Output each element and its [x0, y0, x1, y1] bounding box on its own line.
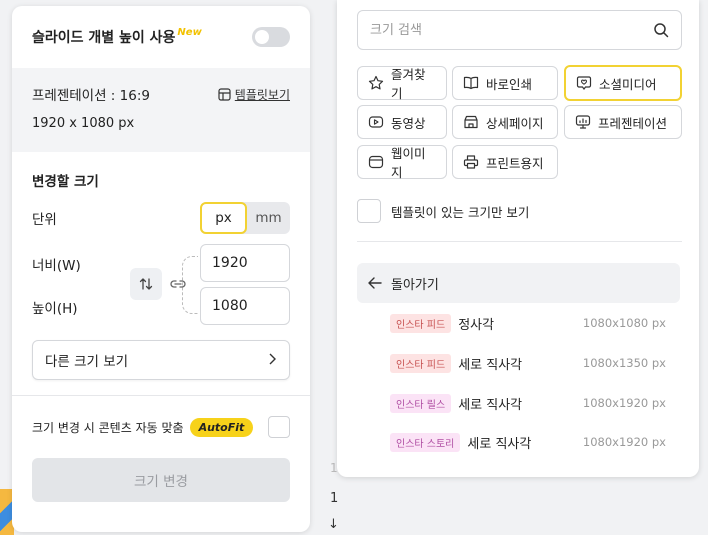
preset-tag: 인스타 스토리 — [390, 432, 461, 452]
template-only-filter: 템플릿이 있는 크기만 보기 — [357, 199, 529, 223]
unit-mm-button[interactable]: mm — [247, 202, 290, 234]
category-presentation[interactable]: 프레젠테이션 — [564, 105, 682, 139]
category-label: 프레젠테이션 — [598, 115, 668, 131]
preset-name: 세로 직사각 — [458, 397, 523, 413]
swap-dimensions-button[interactable] — [130, 268, 162, 300]
search-icon[interactable] — [653, 22, 669, 38]
preset-item[interactable]: 인스타 피드 정사각 1080x1080 px — [390, 313, 666, 333]
preset-item[interactable]: 인스타 릴스 세로 직사각 1080x1920 px — [390, 393, 666, 413]
autofit-checkbox[interactable] — [268, 416, 290, 438]
template-link-label: 템플릿보기 — [234, 87, 290, 102]
category-label: 즐겨찾기 — [391, 67, 426, 101]
presentation-icon — [575, 115, 591, 129]
book-icon — [463, 76, 479, 90]
unit-label: 단위 — [32, 212, 57, 228]
template-only-label: 템플릿이 있는 크기만 보기 — [391, 204, 530, 220]
width-input[interactable]: 1920 — [200, 244, 290, 282]
preset-size: 1080x1080 px — [582, 316, 666, 330]
back-label: 돌아가기 — [391, 277, 439, 293]
swap-icon — [139, 278, 153, 290]
category-social-media[interactable]: 소셜미디어 — [564, 65, 682, 101]
preset-item[interactable]: 인스타 스토리 세로 직사각 1080x1920 px — [390, 432, 666, 452]
preset-name: 정사각 — [458, 317, 495, 333]
category-label: 소셜미디어 — [599, 76, 657, 92]
arrow-down-icon[interactable]: ↓ — [328, 517, 339, 532]
shop-icon — [464, 115, 478, 129]
section-title: 변경할 크기 — [32, 174, 99, 190]
category-label: 웹이미지 — [391, 146, 426, 180]
template-only-checkbox[interactable] — [357, 199, 381, 223]
change-size-section: 변경할 크기 단위 px mm 너비(W) 높이(H) 1920 1080 — [12, 152, 310, 332]
page-number-current[interactable]: 1 — [330, 491, 338, 506]
back-button[interactable]: 돌아가기 — [357, 263, 680, 303]
link-icon[interactable] — [170, 278, 186, 290]
autofit-label: 크기 변경 시 콘텐츠 자동 맞춤 — [32, 420, 184, 435]
unit-px-button[interactable]: px — [200, 202, 247, 234]
category-direct-print[interactable]: 바로인쇄 — [452, 66, 558, 100]
preset-size: 1080x1920 px — [582, 396, 666, 410]
template-view-link[interactable]: 템플릿보기 — [218, 86, 290, 103]
preset-tag: 인스타 릴스 — [390, 393, 452, 413]
preset-name: 세로 직사각 — [458, 357, 523, 373]
category-label: 프린트용지 — [486, 155, 544, 171]
other-size-label: 다른 크기 보기 — [45, 354, 129, 370]
category-detail-page[interactable]: 상세페이지 — [452, 105, 558, 139]
individual-height-title: 슬라이드 개별 높이 사용 New — [32, 27, 202, 47]
category-print-paper[interactable]: 프린트용지 — [452, 145, 558, 179]
unit-selector: px mm — [200, 202, 290, 234]
preset-tag: 인스타 피드 — [390, 353, 452, 373]
autofit-badge: AutoFit — [189, 417, 254, 437]
height-label: 높이(H) — [32, 301, 78, 317]
dimension-inputs: 너비(W) 높이(H) 1920 1080 — [32, 244, 290, 332]
current-size-info: 프레젠테이션 : 16:9 템플릿보기 1920 x 1080 px — [12, 68, 310, 152]
size-search-box — [357, 10, 682, 50]
autofit-row: 크기 변경 시 콘텐츠 자동 맞춤 AutoFit — [12, 396, 310, 458]
size-preset-panel: 즐겨찾기 바로인쇄 소셜미디어 동영상 상세페이지 프레젠테이션 웹이미지 프린… — [337, 0, 699, 477]
preset-item[interactable]: 인스타 피드 세로 직사각 1080x1350 px — [390, 353, 666, 373]
preset-name: 세로 직사각 — [467, 436, 532, 452]
printer-icon — [463, 155, 479, 169]
preset-size: 1080x1920 px — [582, 435, 666, 449]
individual-height-toggle[interactable] — [252, 27, 290, 47]
social-icon — [576, 76, 592, 90]
category-label: 상세페이지 — [486, 115, 544, 131]
other-size-button[interactable]: 다른 크기 보기 — [32, 340, 290, 380]
category-favorites[interactable]: 즐겨찾기 — [357, 66, 447, 101]
chevron-right-icon — [267, 351, 277, 370]
arrow-left-icon — [368, 277, 382, 289]
individual-height-label: 슬라이드 개별 높이 사용 — [32, 30, 176, 46]
current-size: 1920 x 1080 px — [32, 116, 135, 131]
divider — [357, 241, 682, 242]
category-video[interactable]: 동영상 — [357, 105, 447, 139]
width-label: 너비(W) — [32, 258, 81, 274]
size-search-input[interactable] — [370, 22, 620, 38]
new-badge: New — [177, 27, 202, 38]
preset-size: 1080x1350 px — [582, 356, 666, 370]
category-label: 바로인쇄 — [486, 76, 533, 92]
presentation-ratio-label: 프레젠테이션 : 16:9 — [32, 88, 150, 104]
preset-tag: 인스타 피드 — [390, 313, 452, 333]
template-icon — [218, 87, 231, 101]
star-icon — [368, 75, 384, 90]
video-icon — [368, 116, 384, 128]
web-icon — [368, 155, 384, 169]
resize-panel: 슬라이드 개별 높이 사용 New 프레젠테이션 : 16:9 템플릿보기 192… — [12, 6, 310, 532]
category-label: 동영상 — [391, 115, 426, 131]
category-web-image[interactable]: 웹이미지 — [357, 145, 447, 180]
resize-button[interactable]: 크기 변경 — [32, 458, 290, 502]
individual-height-row: 슬라이드 개별 높이 사용 New — [12, 6, 310, 68]
height-input[interactable]: 1080 — [200, 287, 290, 325]
